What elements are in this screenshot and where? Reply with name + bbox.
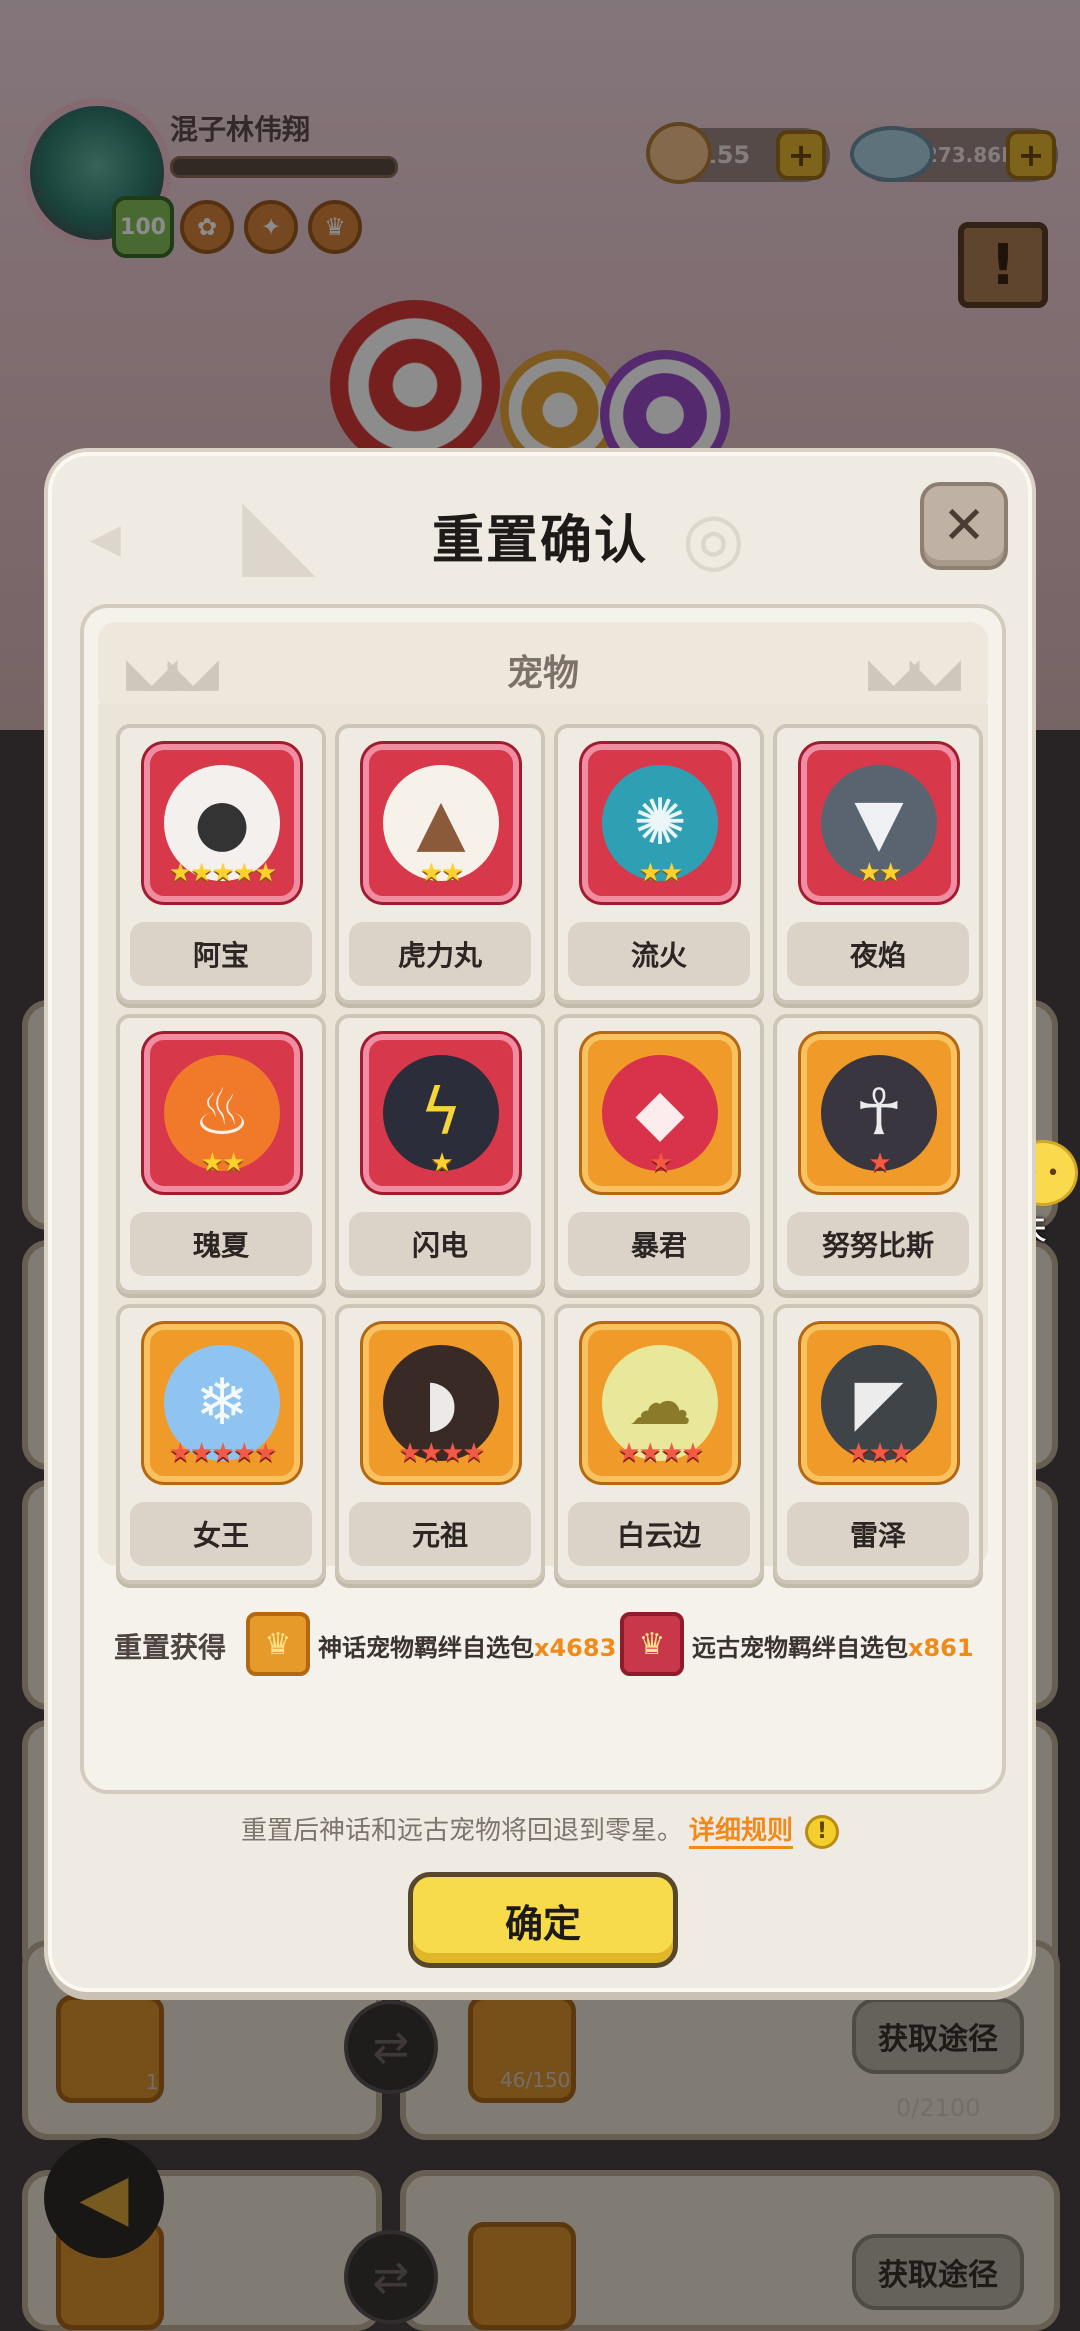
reward-name: 远古宠物羁绊自选包	[692, 1634, 908, 1662]
pet-name: 闪电	[349, 1212, 531, 1276]
pet-portrait: ◗ ★★★★	[363, 1324, 519, 1482]
pet-stars: ★	[868, 1148, 891, 1178]
reward-label: 重置获得	[114, 1631, 227, 1664]
pet-card[interactable]: ✺ ★★ 流火	[554, 724, 764, 1004]
pet-name: 虎力丸	[349, 922, 531, 986]
pet-name: 雷泽	[787, 1502, 969, 1566]
ancient-bond-pack-icon[interactable]: ♛	[620, 1612, 684, 1676]
reward-item: 远古宠物羁绊自选包x861	[692, 1628, 974, 1663]
mythic-bond-pack-icon[interactable]: ♛	[246, 1612, 310, 1676]
dialog-title: 重置确认	[431, 511, 648, 571]
pet-portrait: ● ★★★★★	[144, 744, 300, 902]
pet-card[interactable]: ▼ ★★ 夜焰	[773, 724, 983, 1004]
pet-portrait: ◆ ★	[582, 1034, 738, 1192]
pet-stars: ★★	[638, 858, 684, 888]
reward-qty: x861	[908, 1634, 974, 1662]
pet-card[interactable]: ◆ ★ 暴君	[554, 1014, 764, 1294]
pet-stars: ★★	[200, 1148, 246, 1178]
pet-portrait: ☥ ★	[801, 1034, 957, 1192]
pet-card[interactable]: ☁ ★★★★ 白云边	[554, 1304, 764, 1584]
pet-portrait: ☁ ★★★★	[582, 1324, 738, 1482]
pet-stars: ★★	[857, 858, 903, 888]
pet-name: 白云边	[568, 1502, 750, 1566]
pet-card[interactable]: ♨ ★★ 瑰夏	[116, 1014, 326, 1294]
reset-note: 重置后神话和远古宠物将回退到零星。 详细规则!	[52, 1810, 1028, 1849]
pet-stars: ★★	[419, 858, 465, 888]
section-header: ◣◢◣◢ 宠物 ◣◢◣◢	[98, 622, 988, 714]
pet-card[interactable]: ☥ ★ 努努比斯	[773, 1014, 983, 1294]
pet-stars: ★★★	[847, 1438, 913, 1468]
pet-card[interactable]: ◗ ★★★★ 元祖	[335, 1304, 545, 1584]
pet-card[interactable]: ● ★★★★★ 阿宝	[116, 724, 326, 1004]
pet-portrait: ϟ ★	[363, 1034, 519, 1192]
pet-name: 阿宝	[130, 922, 312, 986]
pet-portrait: ▼ ★★	[801, 744, 957, 902]
pet-card[interactable]: ❄ ★★★★★ 女王	[116, 1304, 326, 1584]
reward-name: 神话宠物羁绊自选包	[318, 1634, 534, 1662]
pet-stars: ★★★★	[398, 1438, 485, 1468]
reward-qty: x4683	[534, 1634, 617, 1662]
reset-confirm-dialog: ◀ ◣ ◎ 重置确认 ✕ ◣◢◣◢ 宠物 ◣◢◣◢ ● ★★★★★ 阿宝 ▲ ★…	[48, 452, 1032, 1992]
pet-portrait: ✺ ★★	[582, 744, 738, 902]
detailed-rules-link[interactable]: 详细规则	[689, 1816, 794, 1849]
pet-stars: ★	[430, 1148, 453, 1178]
pet-portrait: ◤ ★★★	[801, 1324, 957, 1482]
section-title: 宠物	[506, 653, 579, 694]
pet-name: 元祖	[349, 1502, 531, 1566]
pet-name: 女王	[130, 1502, 312, 1566]
pet-name: 暴君	[568, 1212, 750, 1276]
info-icon[interactable]: !	[805, 1814, 840, 1849]
pet-card[interactable]: ϟ ★ 闪电	[335, 1014, 545, 1294]
pet-stars: ★	[649, 1148, 672, 1178]
pet-name: 流火	[568, 922, 750, 986]
pet-stars: ★★★★	[617, 1438, 704, 1468]
pet-card[interactable]: ◤ ★★★ 雷泽	[773, 1304, 983, 1584]
dialog-content-panel: ◣◢◣◢ 宠物 ◣◢◣◢ ● ★★★★★ 阿宝 ▲ ★★ 虎力丸 ✺ ★★ 流火…	[80, 604, 1006, 1794]
pet-portrait: ♨ ★★	[144, 1034, 300, 1192]
pet-name: 努努比斯	[787, 1212, 969, 1276]
close-button[interactable]: ✕	[920, 482, 1008, 570]
pet-card[interactable]: ▲ ★★ 虎力丸	[335, 724, 545, 1004]
pet-stars: ★★★★★	[168, 1438, 278, 1468]
note-text: 重置后神话和远古宠物将回退到零星。	[240, 1816, 683, 1846]
reward-item: 神话宠物羁绊自选包x4683	[318, 1628, 616, 1663]
chevron-decor-icon: ◣◢◣◢	[868, 650, 961, 696]
pet-name: 瑰夏	[130, 1212, 312, 1276]
pet-portrait: ▲ ★★	[363, 744, 519, 902]
pet-portrait: ❄ ★★★★★	[144, 1324, 300, 1482]
pet-name: 夜焰	[787, 922, 969, 986]
pet-stars: ★★★★★	[168, 858, 278, 888]
confirm-button[interactable]: 确定	[408, 1872, 678, 1968]
